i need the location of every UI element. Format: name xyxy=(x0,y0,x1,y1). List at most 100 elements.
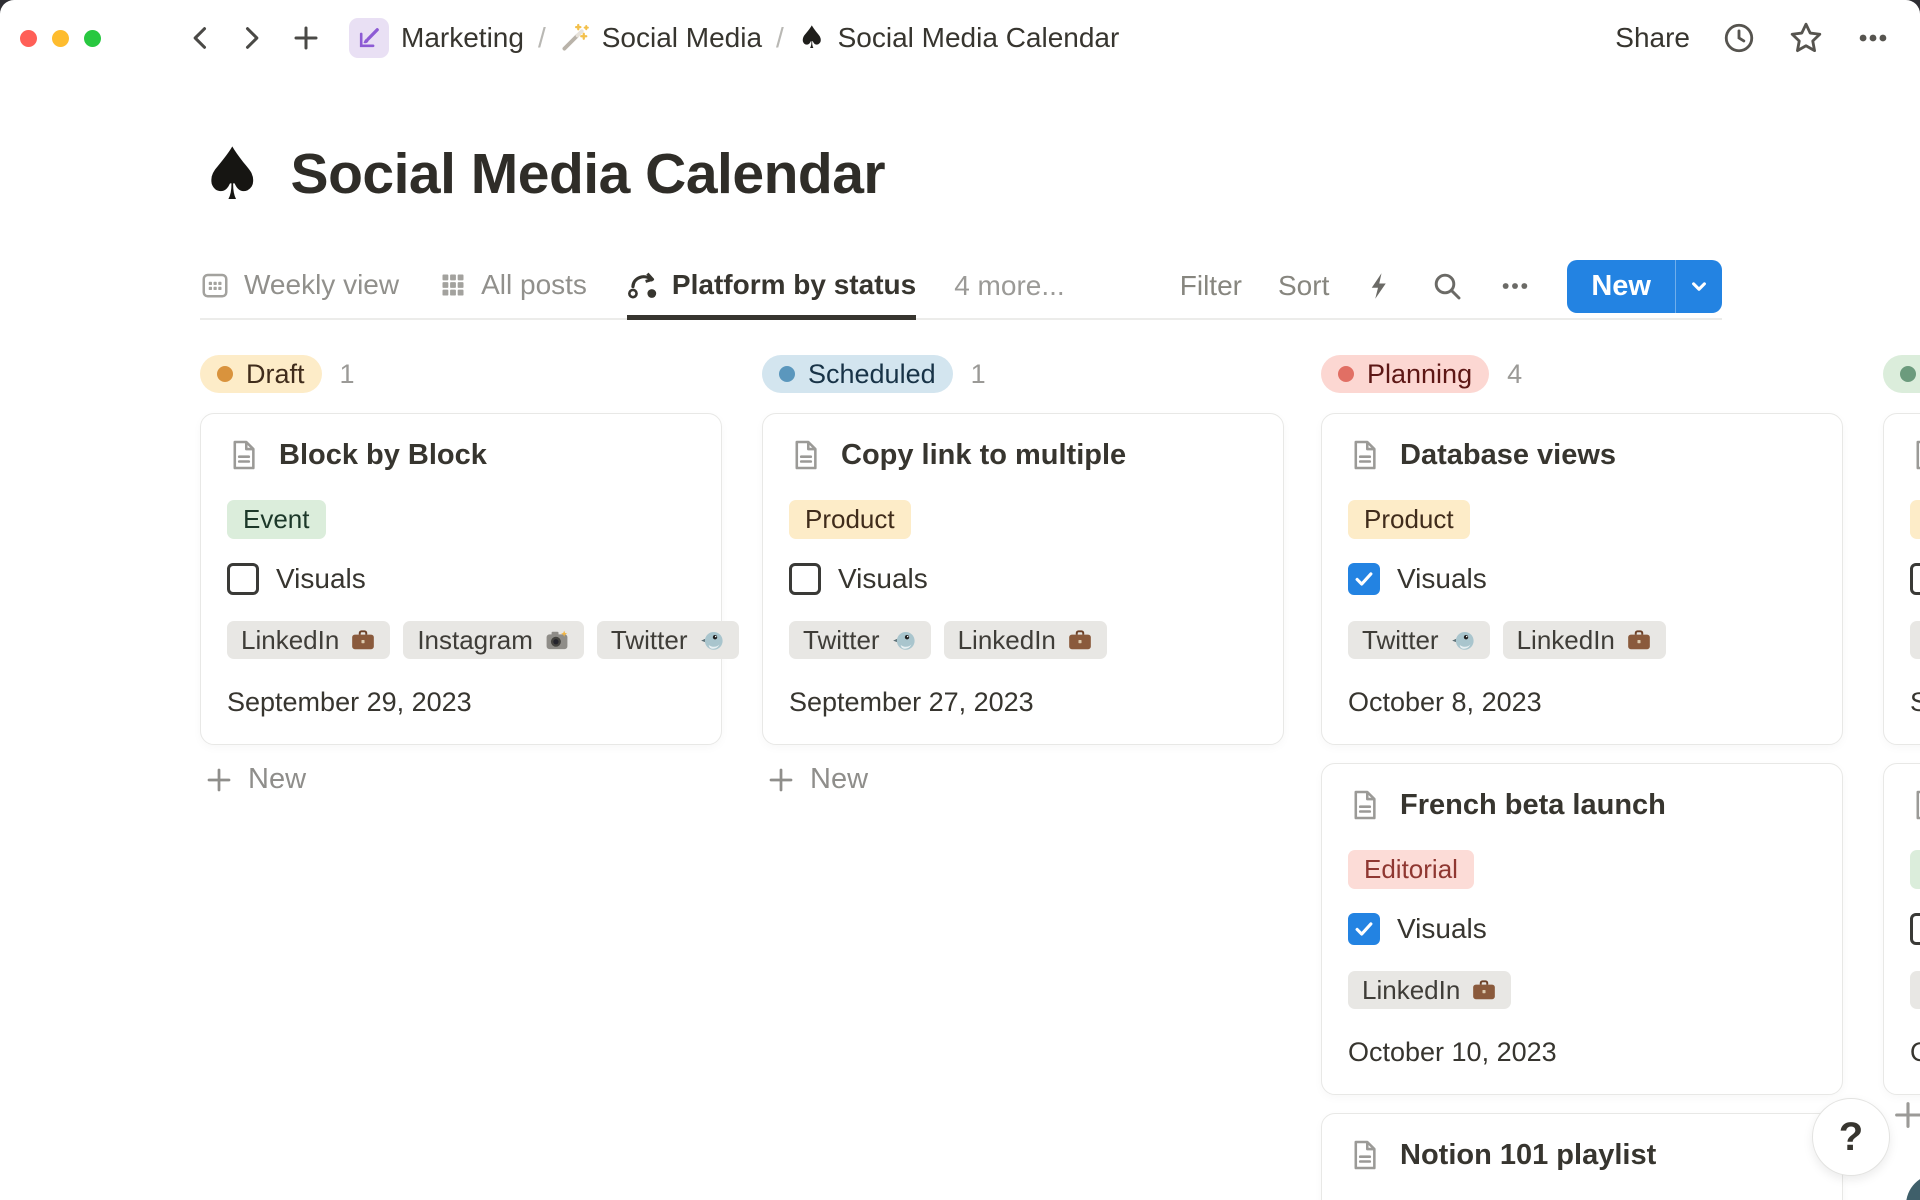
visuals-checkbox[interactable] xyxy=(227,563,259,595)
help-button[interactable]: ? xyxy=(1812,1098,1890,1176)
status-dot xyxy=(779,366,795,382)
column-count: 1 xyxy=(340,359,355,390)
share-button[interactable]: Share xyxy=(1615,22,1690,54)
platform-label: Twitter xyxy=(611,626,688,655)
page-document-icon xyxy=(1348,788,1382,822)
more-options-icon[interactable] xyxy=(1856,21,1890,55)
tab-label: All posts xyxy=(481,269,587,301)
topbar-actions: Share xyxy=(1615,20,1920,56)
page-document-icon xyxy=(227,438,261,472)
window-topbar: Marketing / Social Media / ♠ So xyxy=(0,0,1920,76)
favorite-star-icon[interactable] xyxy=(1788,20,1824,56)
status-badge-scheduled[interactable]: Scheduled xyxy=(762,355,953,393)
tab-all-posts[interactable]: All posts xyxy=(439,254,587,320)
status-badge-planning[interactable]: Planning xyxy=(1321,355,1489,393)
breadcrumb-item-social-media-calendar[interactable]: ♠ Social Media Calendar xyxy=(798,22,1120,54)
tab-label: Weekly view xyxy=(244,269,399,301)
more-views-link[interactable]: 4 more... xyxy=(954,270,1064,302)
briefcase-icon xyxy=(1471,977,1497,1003)
plus-icon xyxy=(204,765,234,795)
tab-weekly-view[interactable]: Weekly view xyxy=(200,254,399,320)
bird-icon xyxy=(891,627,917,653)
minimize-window-button[interactable] xyxy=(52,30,69,47)
grid-icon xyxy=(439,271,467,299)
notion-window: Marketing / Social Media / ♠ So xyxy=(0,0,1920,1200)
visuals-checkbox[interactable] xyxy=(789,563,821,595)
add-card-button[interactable]: New xyxy=(200,763,722,796)
chevron-left-icon xyxy=(187,24,215,52)
breadcrumb-item-marketing[interactable]: Marketing xyxy=(349,18,524,58)
add-group-button[interactable] xyxy=(1891,1098,1920,1132)
filter-button[interactable]: Filter xyxy=(1180,270,1242,302)
toolbar-actions: Filter Sort New xyxy=(1180,260,1722,313)
board-card[interactable]: Notion 101 playlist Education xyxy=(1321,1113,1843,1200)
visuals-checkbox[interactable] xyxy=(1910,913,1920,945)
platform-label: Twitter xyxy=(1362,626,1439,655)
automation-bolt-icon[interactable] xyxy=(1365,271,1395,301)
board-card[interactable]: Block by Block Event Visuals LinkedIn In… xyxy=(200,413,722,745)
status-badge-green[interactable] xyxy=(1883,355,1920,393)
status-label: Scheduled xyxy=(808,359,936,390)
visuals-checkbox[interactable] xyxy=(1348,563,1380,595)
new-page-button[interactable] xyxy=(291,23,321,53)
forward-button[interactable] xyxy=(237,24,265,52)
zoom-window-button[interactable] xyxy=(84,30,101,47)
platform-label: LinkedIn xyxy=(1517,626,1615,655)
board-card[interactable]: P T S xyxy=(1883,413,1920,745)
board-column-scheduled: Scheduled 1 Copy link to multiple Produc… xyxy=(762,355,1284,796)
spade-icon: ♠ xyxy=(798,23,826,54)
plus-icon xyxy=(291,23,321,53)
column-header xyxy=(1883,355,1920,393)
card-date: September 27, 2023 xyxy=(789,687,1257,718)
platform-tag-linkedin: LinkedIn xyxy=(1503,621,1666,660)
column-header: Planning 4 xyxy=(1321,355,1843,393)
add-card-button[interactable]: New xyxy=(762,763,1284,796)
platform-tag-linkedin: LinkedIn xyxy=(1348,971,1511,1010)
status-dot xyxy=(217,366,233,382)
back-button[interactable] xyxy=(187,24,215,52)
view-tabs: Weekly view All posts Platform by status xyxy=(200,254,916,318)
briefcase-icon xyxy=(1067,627,1093,653)
page-header: ♠ Social Media Calendar xyxy=(200,138,885,210)
visuals-checkbox[interactable] xyxy=(1348,913,1380,945)
new-entry-button[interactable]: New xyxy=(1567,260,1675,313)
check-icon xyxy=(1353,568,1375,590)
breadcrumb-item-social-media[interactable]: Social Media xyxy=(560,22,762,54)
tab-label: Platform by status xyxy=(672,269,916,301)
view-toolbar: Weekly view All posts Platform by status… xyxy=(200,254,1722,320)
column-header: Draft 1 xyxy=(200,355,722,393)
platform-tag-twitter: Twitter xyxy=(789,621,931,660)
tab-platform-by-status[interactable]: Platform by status xyxy=(627,254,916,320)
kanban-board: Draft 1 Block by Block Event Visuals xyxy=(0,355,1920,1200)
visuals-checkbox[interactable] xyxy=(1910,563,1920,595)
board-card[interactable]: Copy link to multiple Product Visuals Tw… xyxy=(762,413,1284,745)
magic-wand-icon xyxy=(560,23,590,53)
board-card[interactable]: French beta launch Editorial Visuals Lin… xyxy=(1321,763,1843,1095)
status-flow-icon xyxy=(627,269,658,300)
breadcrumb: Marketing / Social Media / ♠ So xyxy=(349,18,1119,58)
platform-label: LinkedIn xyxy=(241,626,339,655)
platform-label: LinkedIn xyxy=(958,626,1056,655)
sort-button[interactable]: Sort xyxy=(1278,270,1329,302)
search-icon[interactable] xyxy=(1431,270,1463,302)
plus-icon xyxy=(1891,1098,1920,1132)
history-clock-icon[interactable] xyxy=(1722,21,1756,55)
status-dot xyxy=(1900,366,1916,382)
card-title: Notion 101 playlist xyxy=(1400,1139,1656,1172)
page-document-icon xyxy=(1910,438,1920,472)
sidebar-menu-icon[interactable] xyxy=(125,27,157,50)
category-tag: Product xyxy=(1348,500,1470,539)
status-badge-draft[interactable]: Draft xyxy=(200,355,322,393)
bird-icon xyxy=(699,627,725,653)
new-entry-dropdown-button[interactable] xyxy=(1676,260,1722,313)
board-card[interactable]: Database views Product Visuals Twitter L… xyxy=(1321,413,1843,745)
add-card-label: New xyxy=(810,763,868,796)
status-label: Draft xyxy=(246,359,305,390)
platform-label: Instagram xyxy=(417,626,533,655)
board-card[interactable]: E L O xyxy=(1883,763,1920,1095)
view-options-icon[interactable] xyxy=(1499,270,1531,302)
close-window-button[interactable] xyxy=(20,30,37,47)
breadcrumb-label: Social Media xyxy=(602,22,762,54)
traffic-lights xyxy=(20,30,101,47)
status-dot xyxy=(1338,366,1354,382)
